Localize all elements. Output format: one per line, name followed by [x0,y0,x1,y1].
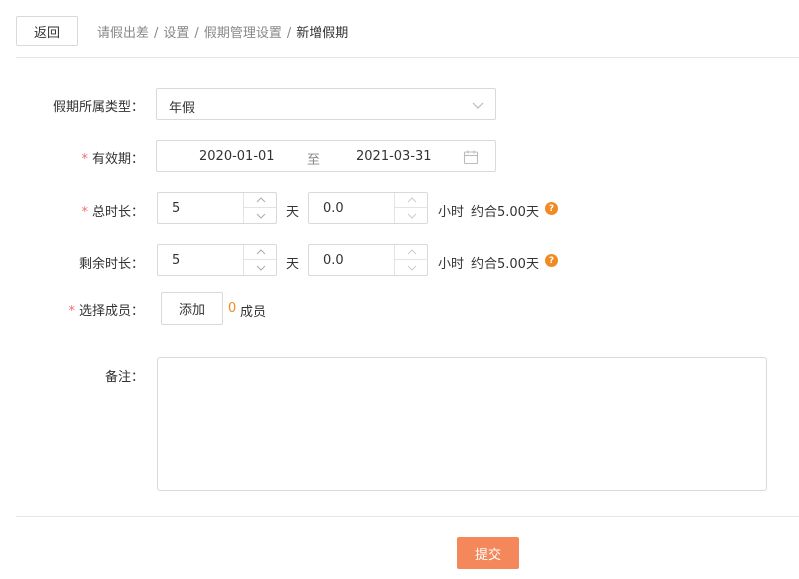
total-hours-value: 0.0 [323,201,344,216]
breadcrumb: 请假出差 / 设置 / 假期管理设置 / 新增假期 [97,22,348,41]
remark-label: 备注： [104,370,144,385]
chevron-down-icon [256,213,265,219]
decrement-button[interactable] [244,260,277,275]
increment-button[interactable] [395,193,428,208]
leave-type-label: 假期所属类型： [52,100,144,115]
stepper-controls [394,245,428,275]
start-date-input[interactable]: 2020-01-01 [199,149,275,164]
leave-type-value: 年假 [169,101,196,116]
total-days-value: 5 [172,201,181,216]
breadcrumb-item-leave-travel[interactable]: 请假出差 [97,26,149,41]
members-label: * 选择成员： [68,304,144,319]
chevron-up-icon [407,249,416,255]
chevron-up-icon [256,197,265,203]
breadcrumb-item-leave-management[interactable]: 假期管理设置 [204,26,282,41]
decrement-button[interactable] [395,208,428,223]
increment-button[interactable] [395,245,428,260]
required-mark: * [68,304,75,319]
total-days-stepper[interactable]: 5 [157,192,277,224]
divider [16,516,799,517]
member-count: 0 [228,301,237,316]
remaining-days-value: 5 [172,253,181,268]
end-date-input[interactable]: 2021-03-31 [356,149,432,164]
stepper-controls [243,245,277,275]
add-member-button[interactable]: 添加 [161,292,223,325]
days-unit: 天 [286,205,300,220]
approx-days-text: 约合5.00天 [471,205,539,220]
decrement-button[interactable] [395,260,428,275]
increment-button[interactable] [244,193,277,208]
breadcrumb-separator: / [286,26,292,41]
question-icon[interactable]: ? [545,202,558,215]
submit-button[interactable]: 提交 [457,537,519,569]
validity-date-range[interactable]: 2020-01-01 至 2021-03-31 [156,140,496,172]
remark-textarea[interactable] [157,357,767,491]
remaining-hours-value: 0.0 [323,253,344,268]
top-bar: 返回 请假出差 / 设置 / 假期管理设置 / 新增假期 [0,0,799,58]
decrement-button[interactable] [244,208,277,223]
leave-type-select[interactable]: 年假 [156,88,496,120]
chevron-down-icon [407,213,416,219]
total-duration-label: * 总时长： [81,205,144,220]
chevron-down-icon [407,265,416,271]
validity-label: * 有效期： [81,152,144,167]
divider [16,57,799,58]
range-separator: 至 [307,153,321,168]
hours-unit: 小时 [438,257,465,272]
breadcrumb-separator: / [194,26,199,41]
approx-days-text: 约合5.00天 [471,257,539,272]
remaining-days-stepper[interactable]: 5 [157,244,277,276]
required-mark: * [81,152,88,167]
hours-unit: 小时 [438,205,465,220]
remaining-duration-label: 剩余时长： [78,257,144,272]
days-unit: 天 [286,257,300,272]
breadcrumb-item-settings[interactable]: 设置 [163,26,189,41]
back-button[interactable]: 返回 [16,16,78,46]
member-unit: 成员 [240,305,267,320]
remaining-hours-stepper[interactable]: 0.0 [308,244,428,276]
question-icon[interactable]: ? [545,254,558,267]
chevron-up-icon [407,197,416,203]
breadcrumb-item-current: 新增假期 [296,26,349,41]
chevron-down-icon [256,265,265,271]
breadcrumb-separator: / [154,26,159,41]
stepper-controls [394,193,428,223]
calendar-icon [463,150,479,165]
chevron-up-icon [256,249,265,255]
stepper-controls [243,193,277,223]
increment-button[interactable] [244,245,277,260]
chevron-down-icon [472,102,484,109]
total-hours-stepper[interactable]: 0.0 [308,192,428,224]
required-mark: * [81,205,88,220]
